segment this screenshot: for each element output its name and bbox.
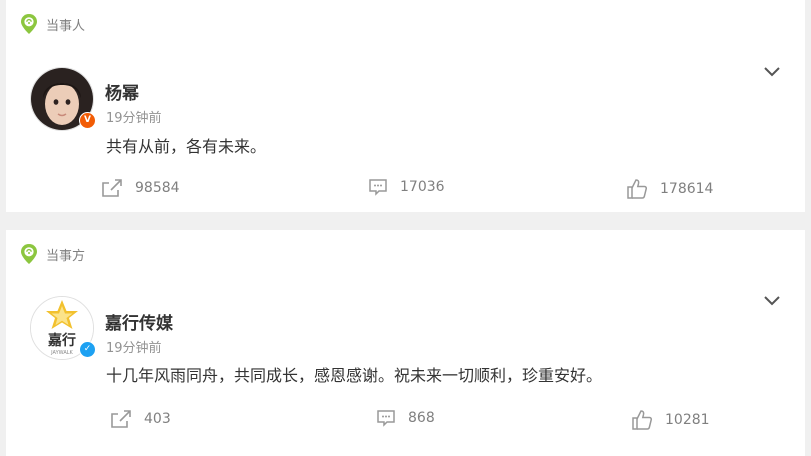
like-button[interactable]: 10281 [631, 409, 710, 431]
like-button[interactable]: 178614 [626, 178, 713, 200]
verified-badge-icon: ✓ [79, 341, 96, 358]
logo-subtext: JAYWALK [50, 350, 73, 356]
comment-button[interactable]: 17036 [368, 178, 445, 196]
section-label: 当事人 [20, 13, 85, 35]
comment-count: 868 [408, 410, 435, 426]
thumbs-up-icon [627, 179, 648, 199]
like-count: 178614 [660, 181, 714, 197]
location-pin-icon [21, 244, 37, 264]
repost-count: 98584 [135, 180, 180, 196]
post-card: 当事方 嘉行 JAYWALK ✓ 嘉行传媒 19分钟前 十几年风雨同舟，共同成长… [6, 230, 805, 456]
post-text: 共有从前，各有未来。 [106, 137, 267, 156]
thumbs-up-icon [632, 410, 653, 430]
repost-button[interactable]: 98584 [101, 178, 180, 198]
section-label-text: 当事方 [46, 248, 86, 264]
section-label: 当事方 [20, 243, 85, 265]
like-count: 10281 [665, 412, 710, 428]
author-name[interactable]: 杨幂 [105, 79, 139, 104]
section-label-text: 当事人 [46, 18, 86, 34]
comment-button[interactable]: 868 [376, 409, 435, 427]
post-time[interactable]: 19分钟前 [106, 337, 162, 356]
chevron-down-icon[interactable] [763, 295, 781, 307]
comment-icon [377, 410, 395, 427]
verified-badge-icon: V [79, 112, 96, 129]
location-pin-icon [21, 14, 37, 34]
post-card: 当事人 V 杨幂 19分钟前 共有从前，各有未来。 98584 17036 17… [6, 0, 805, 212]
share-icon [111, 410, 131, 428]
post-time[interactable]: 19分钟前 [106, 107, 162, 126]
chevron-down-icon[interactable] [763, 66, 781, 78]
repost-count: 403 [144, 411, 171, 427]
share-icon [102, 179, 122, 197]
comment-icon [369, 179, 387, 196]
avatar[interactable]: V [30, 67, 96, 131]
author-name[interactable]: 嘉行传媒 [105, 309, 173, 334]
comment-count: 17036 [400, 179, 445, 195]
post-text: 十几年风雨同舟，共同成长，感恩感谢。祝未来一切顺利，珍重安好。 [106, 366, 603, 385]
repost-button[interactable]: 403 [110, 409, 171, 429]
avatar[interactable]: 嘉行 JAYWALK ✓ [30, 296, 96, 360]
logo-text: 嘉行 [47, 332, 76, 349]
